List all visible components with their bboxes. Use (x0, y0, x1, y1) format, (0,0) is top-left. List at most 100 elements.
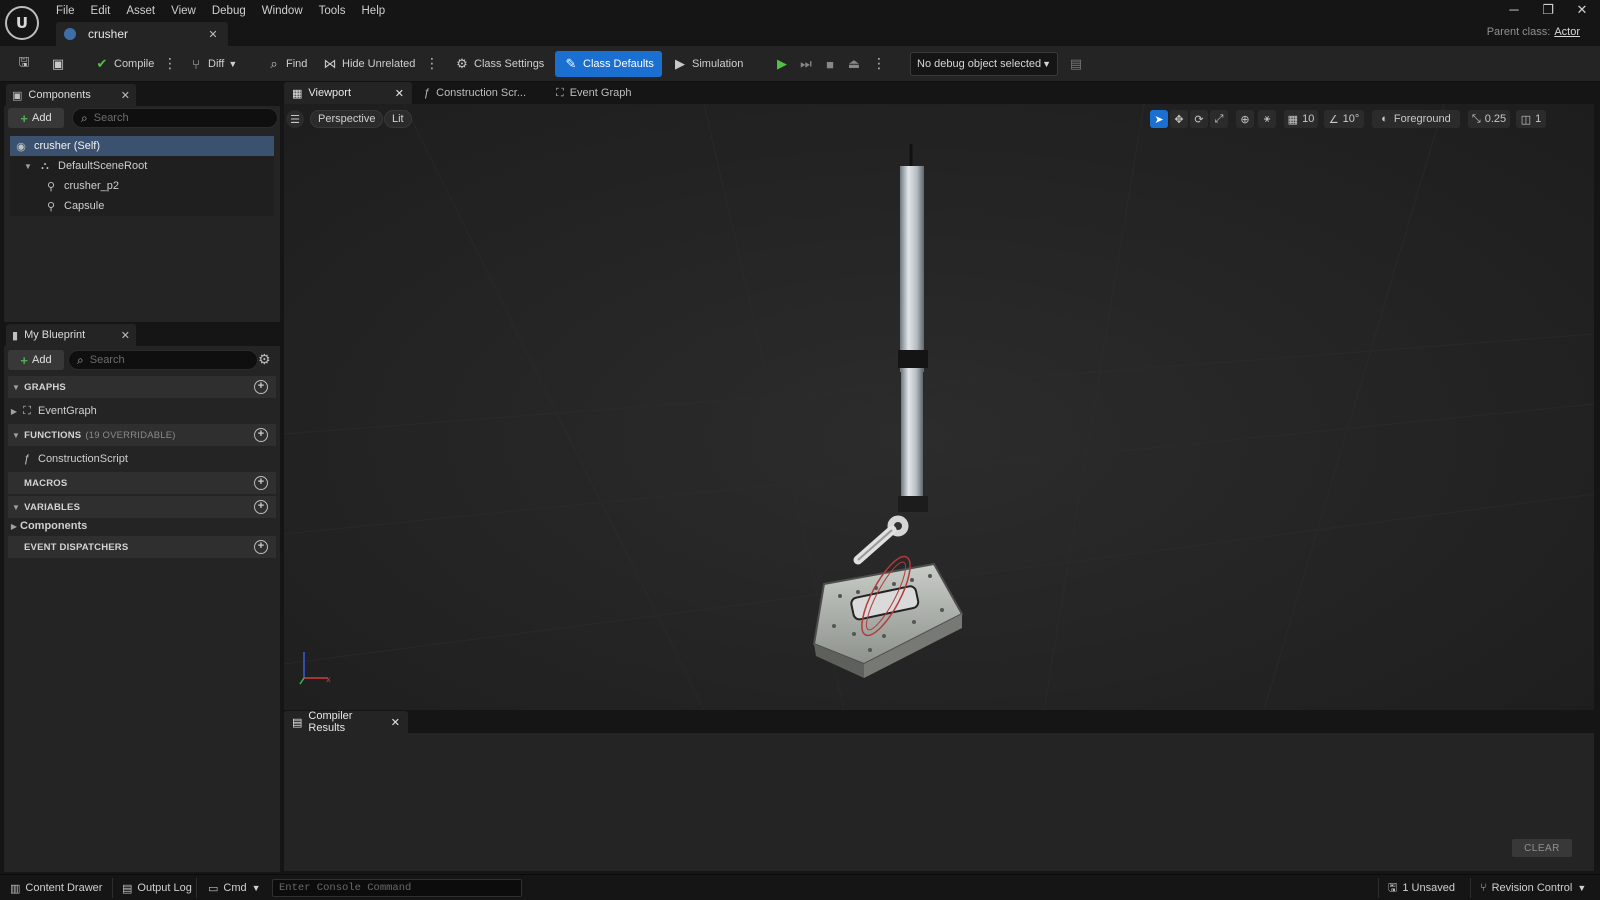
compile-button[interactable]: ✔ Compile (90, 51, 158, 77)
close-icon[interactable]: ✕ (121, 89, 130, 102)
hide-unrelated-button[interactable]: ⋈ Hide Unrelated (318, 51, 419, 77)
add-macro-icon[interactable]: + (254, 476, 268, 490)
tree-item-crusher-self[interactable]: ◉ crusher (Self) (10, 136, 274, 156)
minimize-icon[interactable]: ─ (1506, 2, 1522, 18)
add-component-button[interactable]: + Add (8, 108, 64, 128)
parent-class-link[interactable]: Actor (1554, 26, 1580, 38)
console-command-input[interactable] (272, 879, 522, 897)
unreal-logo-icon[interactable]: U (5, 6, 39, 40)
world-local-button[interactable]: ⊕ (1236, 110, 1254, 128)
cmd-dropdown[interactable]: ▭ Cmd ▼ (202, 879, 267, 897)
my-blueprint-search-input[interactable] (89, 354, 234, 366)
compile-options-icon[interactable]: ⋮ (163, 56, 177, 72)
components-icon: ▣ (12, 89, 23, 102)
diff-button[interactable]: ⑂ Diff ▼ (184, 51, 241, 77)
construction-script-item[interactable]: ƒ ConstructionScript (8, 448, 276, 470)
tab-construction-script[interactable]: ƒ Construction Scr... (416, 82, 540, 104)
close-icon[interactable]: ✕ (121, 329, 130, 342)
expand-arrow-icon[interactable]: ▶ (8, 522, 20, 531)
components-search-input[interactable] (93, 112, 251, 124)
play-icon: ▶ (777, 56, 787, 71)
find-button[interactable]: ⌕ Find (262, 51, 311, 77)
crusher-model[interactable] (794, 144, 994, 704)
tab-viewport[interactable]: ▦ Viewport ✕ (284, 82, 412, 104)
tree-item-default-scene-root[interactable]: ▼ ⛬ DefaultSceneRoot (10, 156, 274, 176)
components-tab[interactable]: ▣ Components ✕ (6, 84, 136, 106)
my-blueprint-tabbar: ▮ My Blueprint ✕ (4, 324, 280, 346)
menu-window[interactable]: Window (254, 2, 311, 20)
browse-button[interactable]: ▣ (46, 51, 74, 77)
foreground-layer-button[interactable]: ◐ Foreground (1372, 110, 1460, 128)
perspective-button[interactable]: Perspective (310, 110, 384, 128)
select-tool-button[interactable]: ➤ (1150, 110, 1168, 128)
simulation-button[interactable]: ▶ Simulation (668, 51, 747, 77)
menu-file[interactable]: File (48, 2, 83, 20)
components-variable-group[interactable]: ▶ Components (8, 516, 276, 536)
close-icon[interactable]: ✕ (391, 716, 400, 729)
lit-button[interactable]: Lit (384, 110, 412, 128)
collapse-arrow-icon: ▼ (12, 382, 21, 392)
camera-icon: ◫ (1520, 113, 1532, 126)
compiler-results-panel: ▤ Compiler Results ✕ CLEAR (284, 710, 1594, 871)
variables-category[interactable]: ▼ VARIABLES + (8, 496, 276, 518)
expand-arrow-icon[interactable]: ▼ (24, 162, 34, 171)
tree-item-crusher-p2[interactable]: ⚲ crusher_p2 (10, 176, 274, 196)
tree-item-capsule[interactable]: ⚲ Capsule (10, 196, 274, 216)
expand-arrow-icon[interactable]: ▶ (8, 407, 20, 416)
debug-object-dropdown[interactable]: No debug object selected ▼ (910, 52, 1058, 76)
restore-icon[interactable]: ❐ (1540, 2, 1556, 18)
my-blueprint-tab[interactable]: ▮ My Blueprint ✕ (6, 324, 136, 346)
surface-snap-button[interactable]: ⚹ (1258, 110, 1276, 128)
menu-help[interactable]: Help (354, 2, 394, 20)
gear-icon[interactable]: ⚙ (258, 351, 271, 368)
functions-category[interactable]: ▼ FUNCTIONS (19 OVERRIDABLE) + (8, 424, 276, 446)
tab-event-graph[interactable]: ⛶ Event Graph (548, 82, 648, 104)
clear-button[interactable]: CLEAR (1512, 839, 1572, 857)
class-defaults-button[interactable]: ✎ Class Defaults (555, 51, 662, 77)
add-function-icon[interactable]: + (254, 428, 268, 442)
play-options-icon[interactable]: ⋮ (872, 56, 886, 72)
menu-tools[interactable]: Tools (311, 2, 354, 20)
axis-gizmo: x (299, 652, 331, 685)
menu-view[interactable]: View (163, 2, 204, 20)
save-button[interactable]: 🖫 (12, 51, 40, 77)
menu-asset[interactable]: Asset (118, 2, 163, 20)
unsaved-button[interactable]: 🖫 1 Unsaved (1382, 879, 1461, 897)
graphs-category[interactable]: ▼ GRAPHS + (8, 376, 276, 398)
chevron-down-icon: ▼ (1577, 883, 1587, 893)
components-search[interactable]: ⌕ (72, 108, 278, 128)
camera-speed-button[interactable]: ◫ 1 (1516, 110, 1546, 128)
scale-tool-button[interactable]: ⤢ (1210, 110, 1228, 128)
capsule-icon: ⚲ (46, 200, 56, 213)
hide-unrelated-options-icon[interactable]: ⋮ (425, 56, 439, 72)
scale-snap-button[interactable]: ⤡ 0.25 (1468, 110, 1510, 128)
event-dispatchers-category[interactable]: EVENT DISPATCHERS + (8, 536, 276, 558)
revision-control-button[interactable]: ⑂ Revision Control ▼ (1474, 879, 1592, 897)
document-tab-crusher[interactable]: crusher ✕ (56, 22, 228, 46)
close-icon[interactable]: ✕ (395, 87, 404, 100)
add-blueprint-item-button[interactable]: + Add (8, 350, 64, 370)
hamburger-icon: ☰ (290, 113, 300, 126)
output-log-button[interactable]: ▤ Output Log (116, 879, 198, 897)
add-event-dispatcher-icon[interactable]: + (254, 540, 268, 554)
debug-filter-button[interactable]: ▤ (1064, 51, 1092, 77)
viewport-scene[interactable]: x ☰ Perspective Lit ➤ ✥ ⟳ ⤢ ⊕ ⚹ ▦ 10 ∠ 10°… (284, 104, 1594, 710)
close-icon[interactable]: ✕ (206, 28, 220, 41)
class-settings-button[interactable]: ⚙ Class Settings (450, 51, 548, 77)
viewport-options-button[interactable]: ☰ (286, 110, 304, 128)
rotation-snap-button[interactable]: ∠ 10° (1324, 110, 1364, 128)
my-blueprint-search[interactable]: ⌕ (68, 350, 258, 370)
macros-category[interactable]: MACROS + (8, 472, 276, 494)
eject-button[interactable]: ⏏ (842, 51, 870, 77)
event-graph-item[interactable]: ▶ ⛶ EventGraph (8, 400, 276, 422)
menu-edit[interactable]: Edit (83, 2, 119, 20)
content-drawer-button[interactable]: ▥ Content Drawer (4, 879, 108, 897)
translate-tool-button[interactable]: ✥ (1170, 110, 1188, 128)
add-variable-icon[interactable]: + (254, 500, 268, 514)
add-graph-icon[interactable]: + (254, 380, 268, 394)
close-window-icon[interactable]: ✕ (1574, 2, 1590, 18)
grid-snap-button[interactable]: ▦ 10 (1284, 110, 1318, 128)
compiler-results-tab[interactable]: ▤ Compiler Results ✕ (284, 710, 408, 734)
menu-debug[interactable]: Debug (204, 2, 254, 20)
rotate-tool-button[interactable]: ⟳ (1190, 110, 1208, 128)
